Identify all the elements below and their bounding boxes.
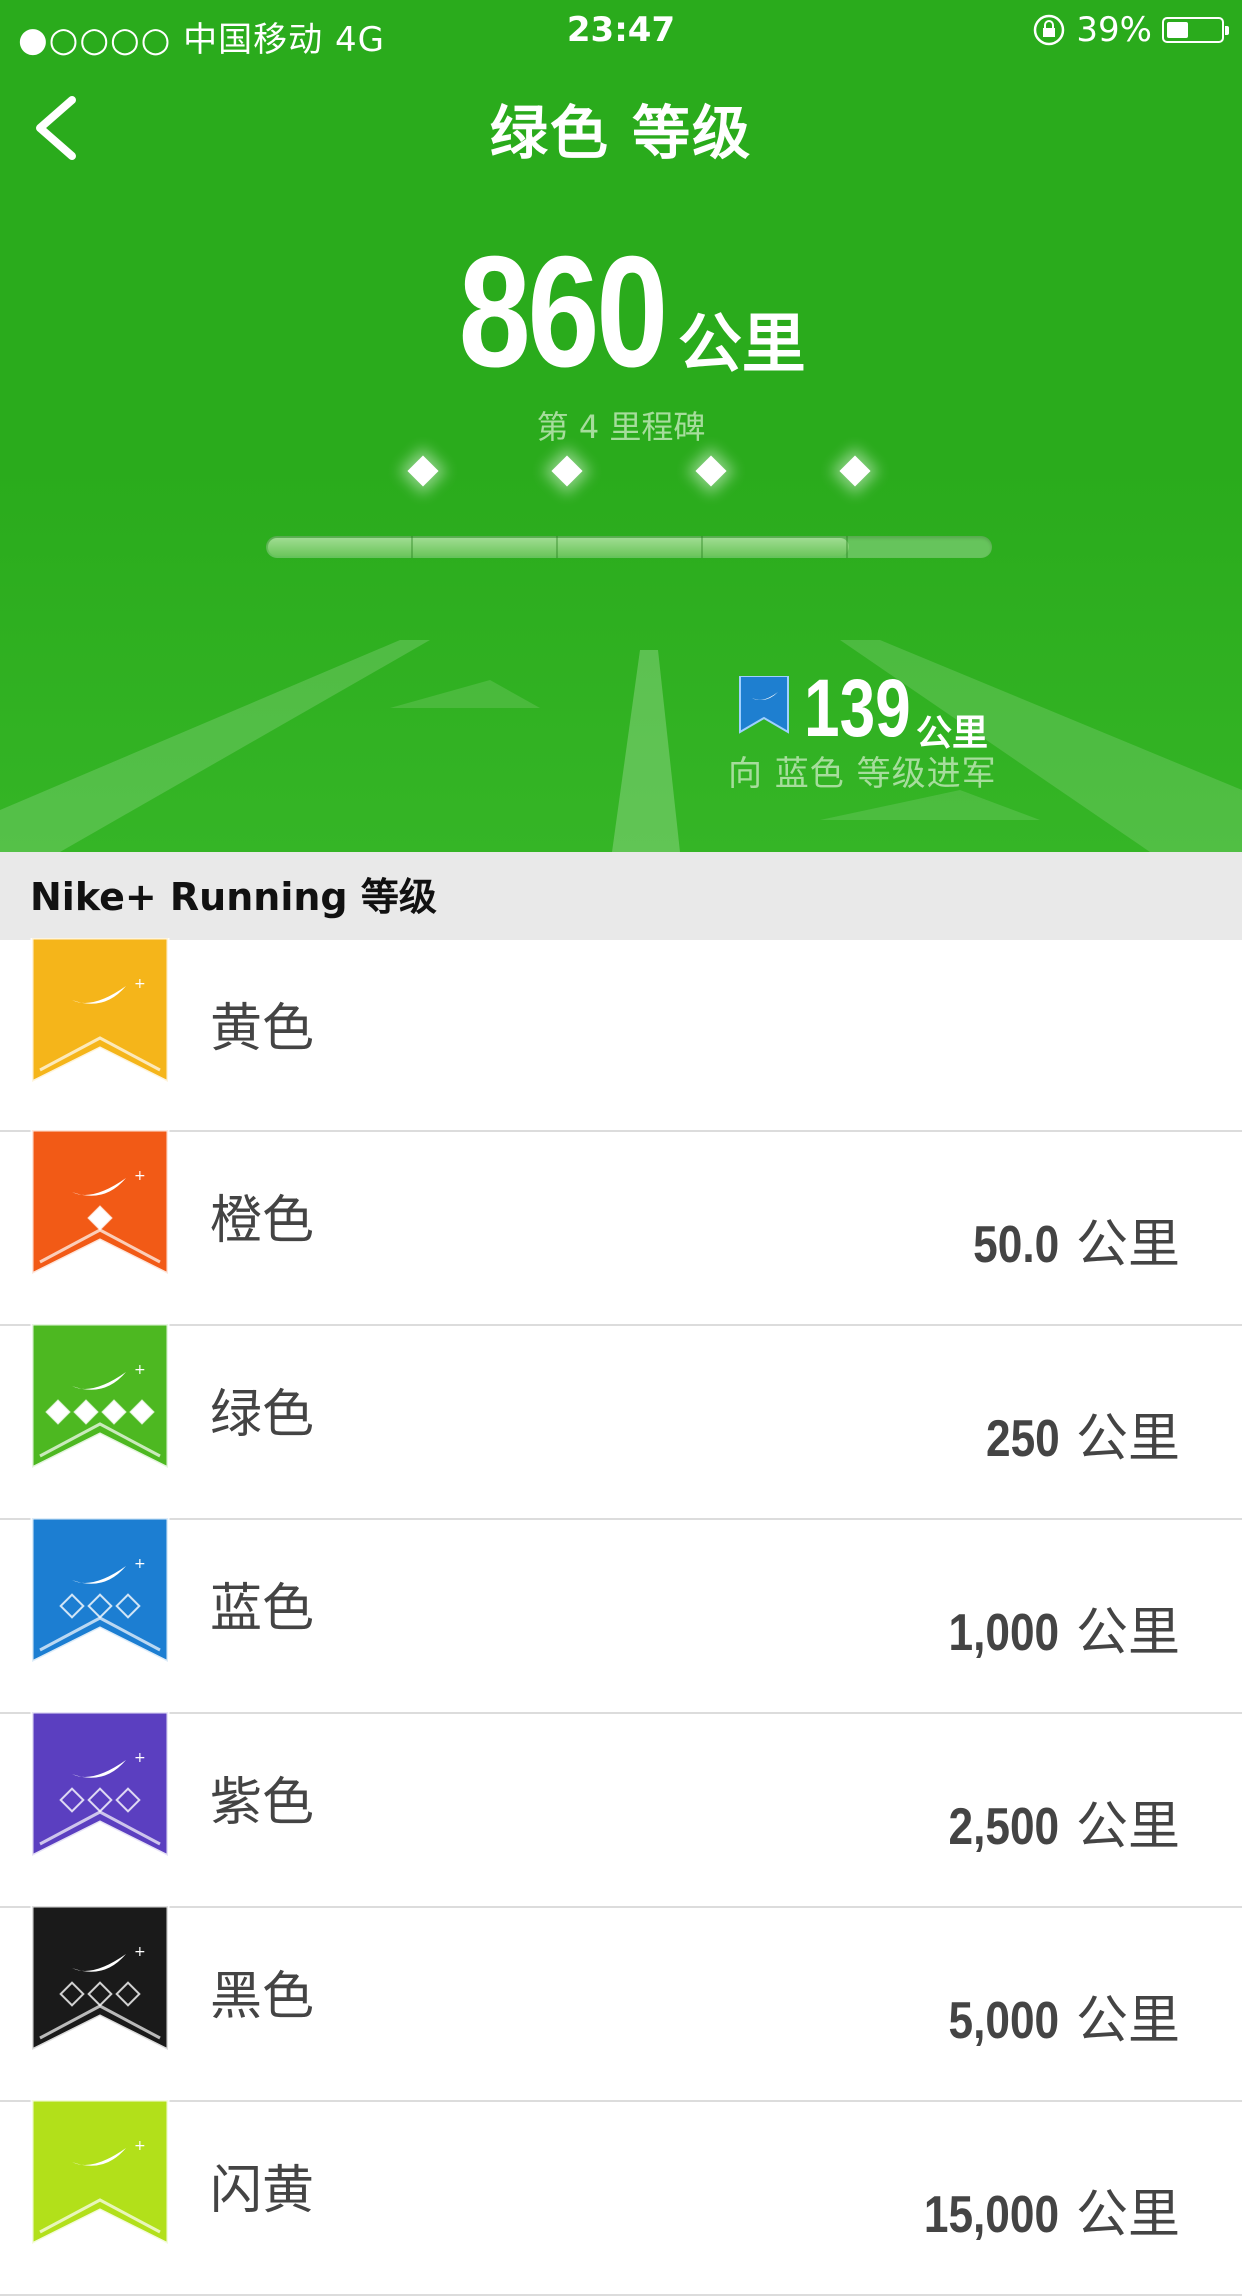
page-title: 绿色 等级 xyxy=(489,99,753,167)
svg-text:+: + xyxy=(134,2138,146,2154)
status-bar: ●○○○○ 中国移动 4G 23:47 39% xyxy=(0,0,1242,62)
levels-section-header: Nike+ Running 等级 xyxy=(0,852,1242,940)
level-threshold: 50.0 公里 xyxy=(973,1215,1180,1275)
remaining-distance: 139 xyxy=(804,663,911,754)
level-row-purple[interactable]: + 紫色 2,500 公里 xyxy=(0,1712,1242,1908)
green-level-badge-icon: + xyxy=(30,1324,170,1470)
level-name: 黄色 xyxy=(210,999,315,1059)
black-level-badge-icon: + xyxy=(30,1906,170,2052)
total-distance: 860 公里 xyxy=(0,222,1242,403)
level-threshold: 5,000 公里 xyxy=(948,1991,1180,2051)
volt-level-badge-icon: + xyxy=(30,2100,170,2246)
blue-level-badge-icon: + xyxy=(30,1518,170,1664)
svg-text:+: + xyxy=(134,1168,146,1184)
level-progress-fill xyxy=(268,538,849,556)
level-threshold: 15,000 公里 xyxy=(924,2185,1180,2245)
level-name: 闪黄 xyxy=(210,2161,315,2221)
milestone-diamond-icon xyxy=(695,455,727,487)
level-row-volt[interactable]: + 闪黄 15,000 公里 xyxy=(0,2100,1242,2296)
milestone-diamond-icon xyxy=(551,455,583,487)
svg-text:+: + xyxy=(134,1944,146,1960)
level-list: + 黄色 + 橙色 50.0 公里 + 绿色 250 公里 + 蓝色 1,000… xyxy=(0,938,1242,2296)
next-level-caption: 向 蓝色 等级进军 xyxy=(728,754,997,794)
yellow-level-badge-icon: + xyxy=(30,938,170,1084)
milestone-diamond-icon xyxy=(839,455,871,487)
svg-text:+: + xyxy=(134,976,146,992)
status-right: 39% xyxy=(1032,10,1229,50)
level-threshold: 250 公里 xyxy=(985,1409,1180,1469)
level-threshold: 1,000 公里 xyxy=(948,1603,1180,1663)
level-name: 黑色 xyxy=(210,1967,315,2027)
level-row-orange[interactable]: + 橙色 50.0 公里 xyxy=(0,1130,1242,1326)
rotation-lock-icon xyxy=(1034,14,1065,46)
total-distance-unit: 公里 xyxy=(677,308,806,382)
level-row-black[interactable]: + 黑色 5,000 公里 xyxy=(0,1906,1242,2102)
level-name: 蓝色 xyxy=(210,1579,315,1639)
level-row-green[interactable]: + 绿色 250 公里 xyxy=(0,1324,1242,1520)
battery-icon xyxy=(1162,17,1229,43)
milestone-diamond-icon xyxy=(407,455,439,487)
svg-text:+: + xyxy=(134,1362,146,1378)
road-background xyxy=(0,640,1242,852)
level-name: 绿色 xyxy=(210,1385,315,1445)
level-row-blue[interactable]: + 蓝色 1,000 公里 xyxy=(0,1518,1242,1714)
orange-level-badge-icon: + xyxy=(30,1130,170,1276)
svg-text:+: + xyxy=(134,1750,146,1766)
purple-level-badge-icon: + xyxy=(30,1712,170,1858)
level-hero: ●○○○○ 中国移动 4G 23:47 39% 绿色 等级 860 公里 第 4 … xyxy=(0,0,1242,852)
milestone-markers xyxy=(0,450,1242,490)
blue-level-flag-icon xyxy=(739,676,789,734)
level-name: 橙色 xyxy=(210,1191,315,1251)
total-distance-value: 860 xyxy=(458,224,669,400)
milestone-label: 第 4 里程碑 xyxy=(536,408,706,446)
level-row-yellow[interactable]: + 黄色 xyxy=(0,938,1242,1132)
level-progress-bar xyxy=(266,536,992,558)
svg-text:+: + xyxy=(134,1556,146,1572)
level-threshold: 2,500 公里 xyxy=(948,1797,1180,1857)
battery-percent: 39% xyxy=(1076,10,1152,50)
level-name: 紫色 xyxy=(210,1773,315,1833)
